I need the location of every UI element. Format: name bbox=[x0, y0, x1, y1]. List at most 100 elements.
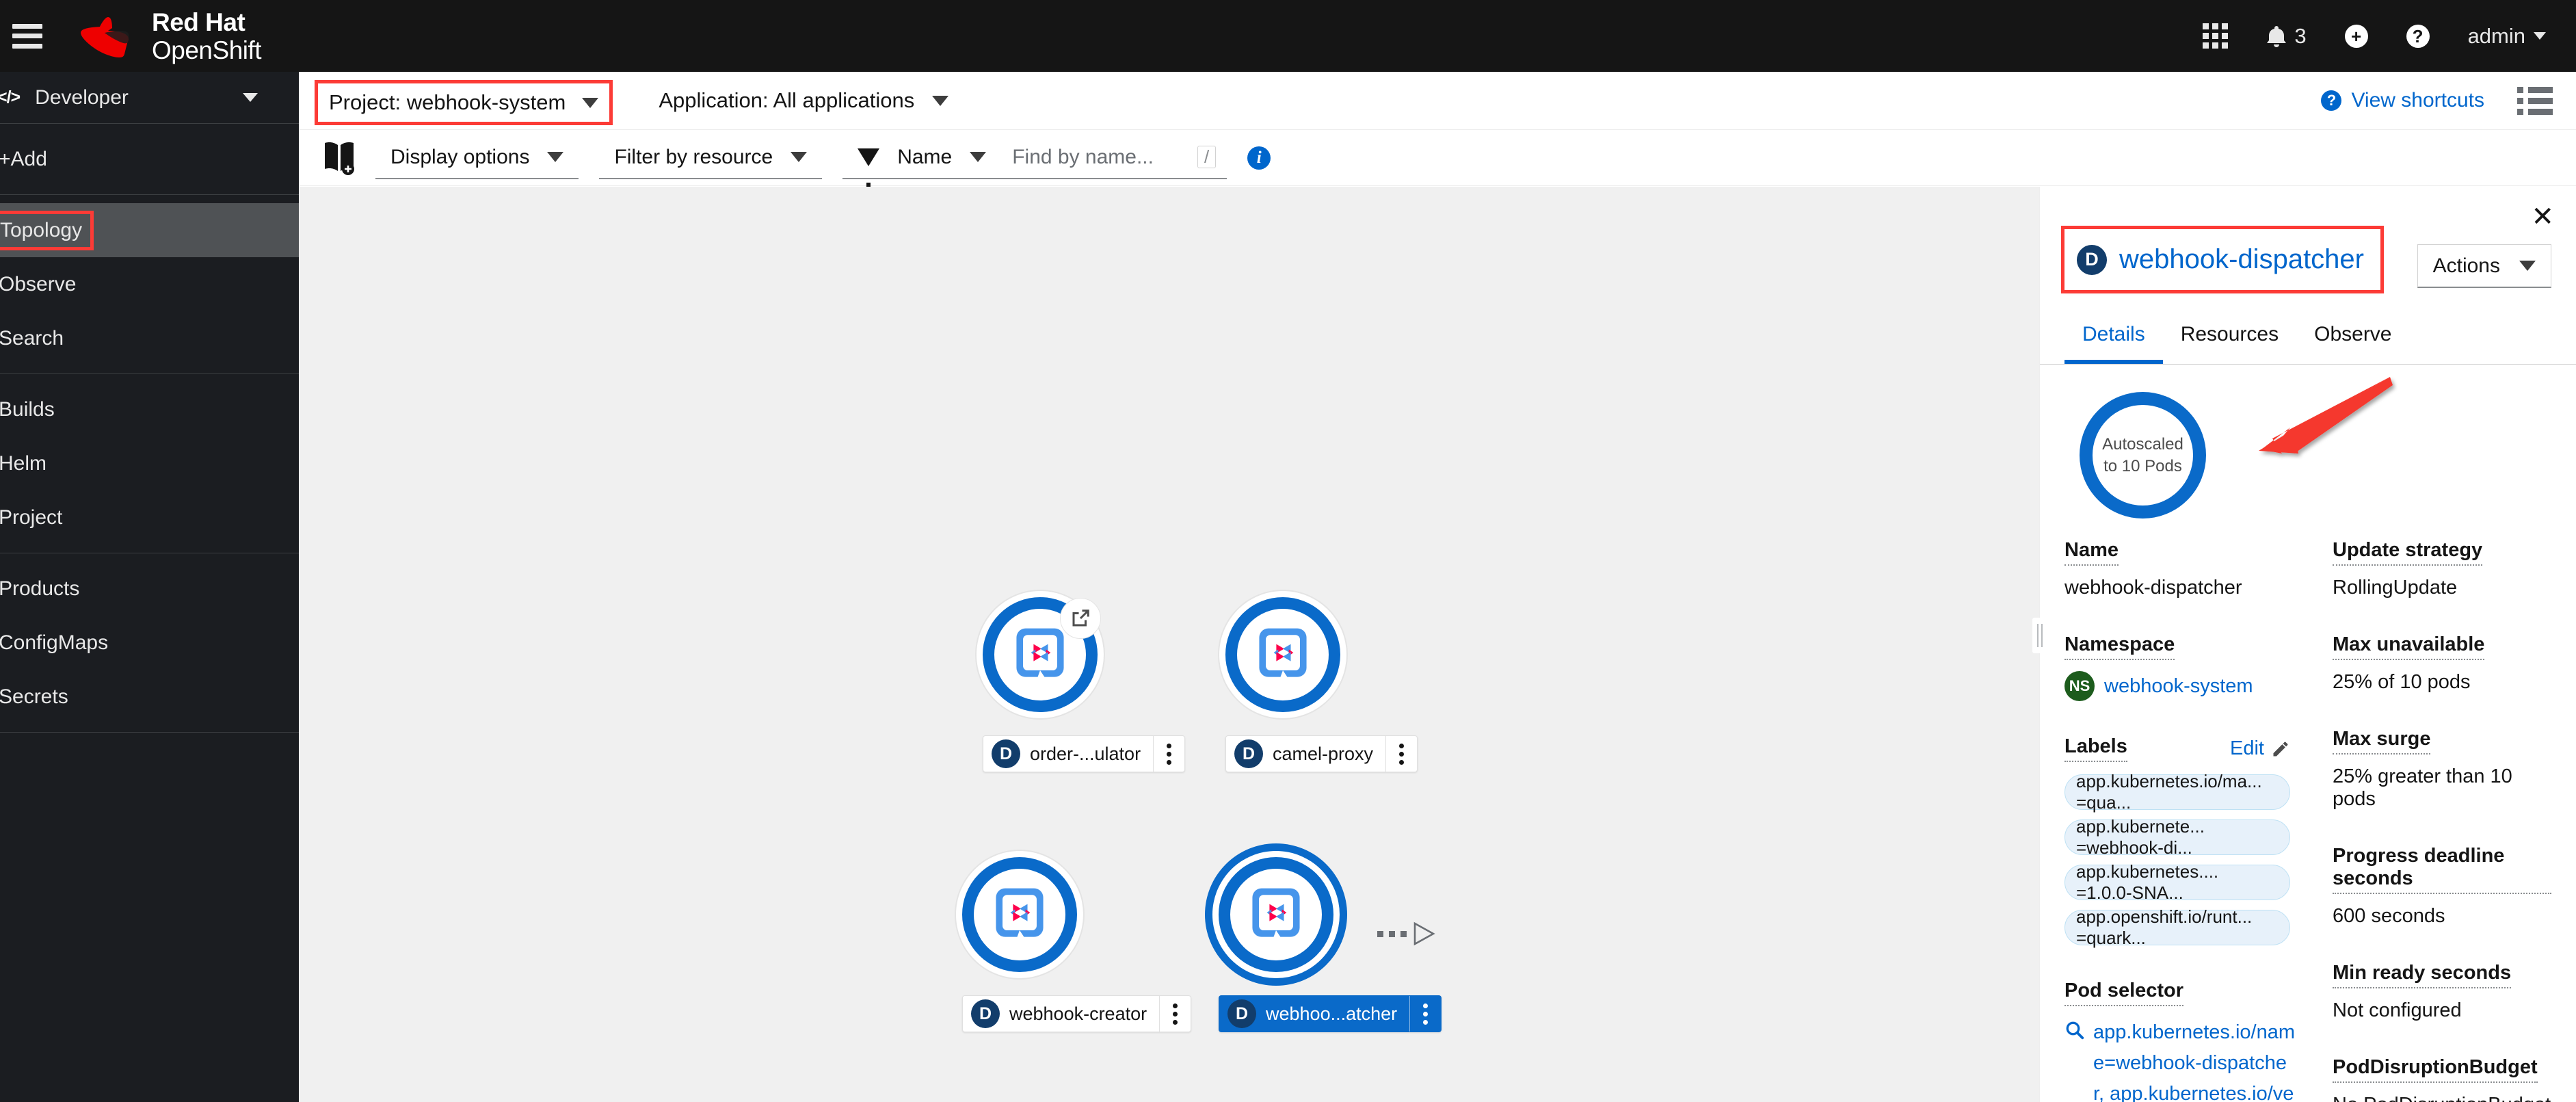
chevron-down-icon bbox=[2519, 261, 2536, 271]
search-input[interactable]: Find by name... bbox=[1012, 146, 1154, 169]
node-circle[interactable] bbox=[962, 857, 1077, 972]
sidebar-item-secrets[interactable]: Secrets bbox=[0, 670, 299, 724]
display-options-label: Display options bbox=[390, 145, 530, 168]
resource-title[interactable]: D webhook-dispatcher bbox=[2061, 226, 2384, 293]
sidebar-item-label: Helm bbox=[0, 451, 47, 475]
namespace-value-row[interactable]: NS webhook-system bbox=[2064, 671, 2333, 701]
project-selector[interactable]: Project: webhook-system bbox=[314, 80, 613, 125]
sidebar: </> Developer +Add Topology Observe Sear… bbox=[0, 72, 299, 1102]
node-circle[interactable] bbox=[1219, 857, 1435, 972]
sidebar-item-helm[interactable]: Helm bbox=[0, 436, 299, 490]
node-label[interactable]: D order-...ulator bbox=[983, 735, 1186, 772]
kebab-menu-icon[interactable] bbox=[1153, 736, 1184, 772]
chevron-down-icon bbox=[791, 152, 808, 162]
help-circle-icon: ? bbox=[2321, 90, 2342, 111]
code-icon: </> bbox=[0, 88, 21, 107]
filter-attribute-dropdown[interactable]: Name bbox=[842, 137, 1002, 191]
chevron-down-icon bbox=[582, 97, 599, 108]
sidebar-item-topology[interactable]: Topology bbox=[0, 203, 299, 257]
field-min-ready: Min ready seconds Not configured bbox=[2333, 962, 2551, 1022]
node-label[interactable]: D webhook-creator bbox=[962, 995, 1192, 1032]
pod-selector-value-row[interactable]: app.kubernetes.io/name=webhook-dispatche… bbox=[2064, 1017, 2297, 1102]
sidebar-item-observe[interactable]: Observe bbox=[0, 257, 299, 311]
label-chip[interactable]: app.kubernetes.... =1.0.0-SNA... bbox=[2064, 861, 2290, 903]
label-chip[interactable]: app.kubernetes.io/ma... =qua... bbox=[2064, 771, 2290, 813]
node-label[interactable]: D camel-proxy bbox=[1225, 735, 1418, 772]
node-label[interactable]: D webhoo...atcher bbox=[1219, 995, 1442, 1032]
application-selector[interactable]: Application: All applications bbox=[659, 88, 949, 113]
details-tab-content: Autoscaled to 10 Pods Name webhook-dispa… bbox=[2040, 377, 2576, 1102]
nav-group-1: +Add bbox=[0, 124, 299, 195]
label-chip[interactable]: app.openshift.io/runt... =quark... bbox=[2064, 906, 2290, 948]
view-shortcuts-button[interactable]: ? View shortcuts bbox=[2321, 89, 2484, 112]
list-view-icon[interactable] bbox=[2517, 86, 2553, 115]
topology-node[interactable]: D webhook-creator bbox=[962, 857, 1192, 1032]
sidebar-item-search[interactable]: Search bbox=[0, 311, 299, 365]
tab-resources[interactable]: Resources bbox=[2163, 315, 2296, 364]
label-chip[interactable]: app.kubernete... =webhook-di... bbox=[2064, 816, 2290, 858]
plus-circle-icon[interactable]: + bbox=[2344, 24, 2368, 48]
connector-arrow-icon bbox=[1377, 921, 1437, 947]
field-label: Progress deadline seconds bbox=[2333, 845, 2551, 894]
tab-observe[interactable]: Observe bbox=[2296, 315, 2409, 364]
help-circle-icon[interactable]: ? bbox=[2406, 24, 2430, 48]
info-icon[interactable]: i bbox=[1247, 146, 1271, 170]
main-content: Project: webhook-system Application: All… bbox=[299, 72, 2576, 1102]
kebab-menu-icon[interactable] bbox=[1409, 996, 1441, 1032]
perspective-label: Developer bbox=[35, 86, 129, 109]
topology-node-selected[interactable]: D webhoo...atcher bbox=[1219, 857, 1442, 1032]
label-chip-list: app.kubernetes.io/ma... =qua... app.kube… bbox=[2064, 771, 2290, 948]
user-menu[interactable]: admin bbox=[2468, 24, 2546, 49]
field-label: Max unavailable bbox=[2333, 633, 2485, 660]
pod-selector-link[interactable]: app.kubernetes.io/name=webhook-dispatche… bbox=[2093, 1017, 2297, 1102]
application-launcher-icon[interactable] bbox=[2203, 23, 2229, 49]
external-link-icon[interactable] bbox=[1060, 598, 1101, 639]
quick-starts-icon[interactable] bbox=[323, 140, 355, 176]
kebab-menu-icon[interactable] bbox=[1159, 996, 1191, 1032]
field-value: RollingUpdate bbox=[2333, 577, 2458, 599]
tab-details[interactable]: Details bbox=[2064, 315, 2163, 364]
application-selector-label: Application: All applications bbox=[659, 88, 915, 112]
redhat-openshift-logo: Red Hat OpenShift bbox=[66, 10, 262, 63]
sidebar-item-label: Search bbox=[0, 326, 64, 350]
field-max-unavailable: Max unavailable 25% of 10 pods bbox=[2333, 633, 2551, 694]
node-circle[interactable] bbox=[983, 597, 1101, 712]
edit-labels-button[interactable]: Edit bbox=[2230, 737, 2290, 760]
sidebar-item-add[interactable]: +Add bbox=[0, 132, 299, 186]
nav-group-2: Topology Observe Search bbox=[0, 195, 299, 374]
red-hat-icon bbox=[81, 16, 129, 57]
filter-by-resource-dropdown[interactable]: Filter by resource bbox=[599, 137, 823, 179]
search-input-wrapper[interactable]: Find by name... / bbox=[1001, 137, 1227, 179]
topology-node[interactable]: D camel-proxy bbox=[1225, 597, 1418, 772]
field-value: 25% of 10 pods bbox=[2333, 671, 2471, 693]
sidebar-item-configmaps[interactable]: ConfigMaps bbox=[0, 616, 299, 670]
chevron-down-icon bbox=[547, 152, 564, 162]
perspective-switcher[interactable]: </> Developer bbox=[0, 72, 299, 124]
actions-button[interactable]: Actions bbox=[2417, 244, 2551, 288]
notification-bell-icon[interactable]: 3 bbox=[2266, 24, 2307, 49]
topology-canvas[interactable]: D order-...ulator D camel-proxy D webhoo… bbox=[299, 187, 2039, 1102]
field-value: No PodDisruptionBudget bbox=[2333, 1094, 2551, 1102]
field-value: 600 seconds bbox=[2333, 905, 2445, 927]
sidebar-item-label: Builds bbox=[0, 397, 55, 421]
quarkus-icon bbox=[996, 888, 1044, 945]
topology-side-panel: ✕ D webhook-dispatcher Actions Details R… bbox=[2032, 187, 2576, 1102]
quarkus-icon bbox=[1016, 628, 1064, 685]
topology-node[interactable]: D order-...ulator bbox=[983, 597, 1186, 772]
details-right-column: Update strategy RollingUpdate Max unavai… bbox=[2333, 539, 2551, 1102]
field-pdb: PodDisruptionBudget No PodDisruptionBudg… bbox=[2333, 1056, 2551, 1102]
close-icon[interactable]: ✕ bbox=[2531, 203, 2554, 231]
sidebar-item-builds[interactable]: Builds bbox=[0, 382, 299, 436]
deployment-badge: D bbox=[971, 999, 1000, 1028]
sidebar-item-project[interactable]: Project bbox=[0, 490, 299, 545]
kebab-menu-icon[interactable] bbox=[1385, 736, 1417, 772]
annotation-arrow-icon bbox=[2259, 377, 2393, 454]
pod-ring-donut[interactable]: Autoscaled to 10 Pods bbox=[2080, 392, 2206, 519]
namespace-link[interactable]: webhook-system bbox=[2104, 675, 2253, 698]
hamburger-menu-icon[interactable] bbox=[12, 23, 42, 49]
display-options-dropdown[interactable]: Display options bbox=[375, 137, 579, 179]
sidebar-item-products[interactable]: Products bbox=[0, 562, 299, 616]
actions-label: Actions bbox=[2432, 254, 2500, 277]
filter-attribute-label: Name bbox=[897, 145, 953, 168]
node-circle[interactable] bbox=[1225, 597, 1340, 712]
